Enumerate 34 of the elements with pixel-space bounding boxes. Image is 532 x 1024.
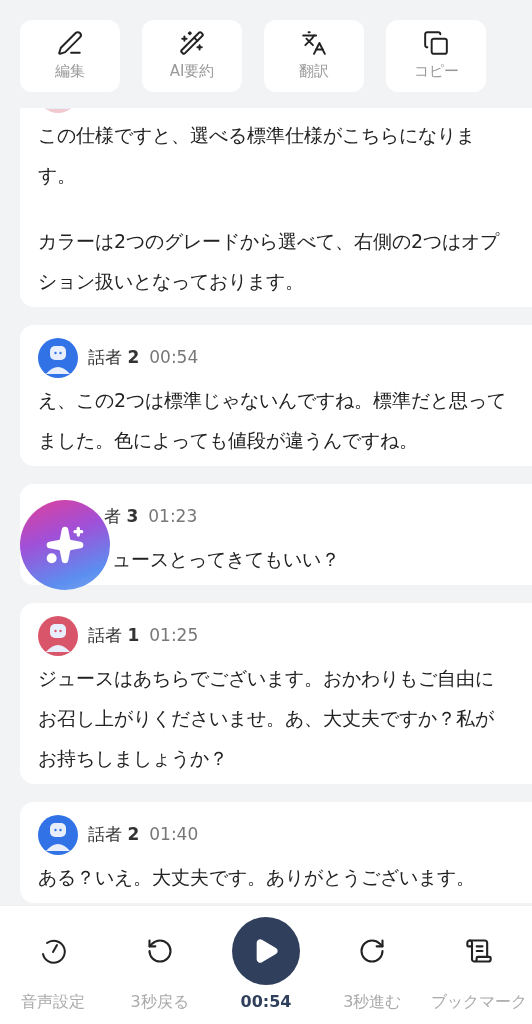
fast-forward-icon bbox=[358, 937, 387, 965]
avatar-icon bbox=[38, 815, 78, 855]
message-text: ジュースはあちらでございます。おかわりもご自由にお召し上がりくださいませ。あ、大丈夫ですか？私がお持ちしましょうか？ bbox=[38, 666, 495, 771]
toolbar-button[interactable]: 編集 bbox=[20, 20, 120, 92]
timestamp: 01:23 bbox=[148, 505, 198, 529]
speaker-name: 者 3 bbox=[104, 505, 139, 529]
timestamp: 01:40 bbox=[149, 823, 199, 847]
player-button[interactable]: 3秒戻る bbox=[106, 916, 213, 1024]
play-button[interactable]: 00:54 bbox=[212, 916, 320, 1024]
toolbar-button[interactable]: 翻訳 bbox=[264, 20, 364, 92]
pen-icon bbox=[57, 29, 83, 56]
sparkle-icon bbox=[45, 525, 85, 565]
message-text: え、この2つは標準じゃないんですね。標準だと思ってました。色によっても値段が違うんですね。 bbox=[38, 388, 508, 453]
player-button[interactable]: 音声設定 bbox=[0, 916, 107, 1024]
message-text: ある？いえ。大丈夫です。ありがとうございます。 bbox=[38, 865, 476, 890]
speaker-name: 話者 2 bbox=[88, 823, 140, 847]
timestamp: 01:25 bbox=[149, 624, 199, 648]
speaker-name: 話者 1 bbox=[88, 624, 140, 648]
copy-icon bbox=[423, 29, 449, 56]
avatar-icon bbox=[38, 616, 78, 656]
message-text: カラーは2つのグレードから選べて、右側の2つはオプション扱いとなっております。 bbox=[38, 229, 501, 294]
toolbar-button[interactable]: AI要約 bbox=[142, 20, 242, 92]
timestamp: 00:54 bbox=[149, 346, 199, 370]
avatar-icon bbox=[38, 338, 78, 378]
scroll-icon bbox=[464, 937, 493, 965]
message-text: この仕様ですと、選べる標準仕様がこちらになります。 bbox=[38, 123, 476, 188]
player-button[interactable]: ブックマーク bbox=[425, 916, 532, 1024]
translate-icon bbox=[301, 29, 327, 56]
message-text: ュースとってきてもいい？ bbox=[112, 547, 341, 572]
toolbar-button[interactable]: コピー bbox=[386, 20, 486, 92]
rewind-icon bbox=[145, 937, 174, 965]
speaker-name: 話者 2 bbox=[88, 346, 140, 370]
magic-wand-icon bbox=[179, 29, 205, 56]
player-button[interactable]: 3秒進む bbox=[319, 916, 426, 1024]
